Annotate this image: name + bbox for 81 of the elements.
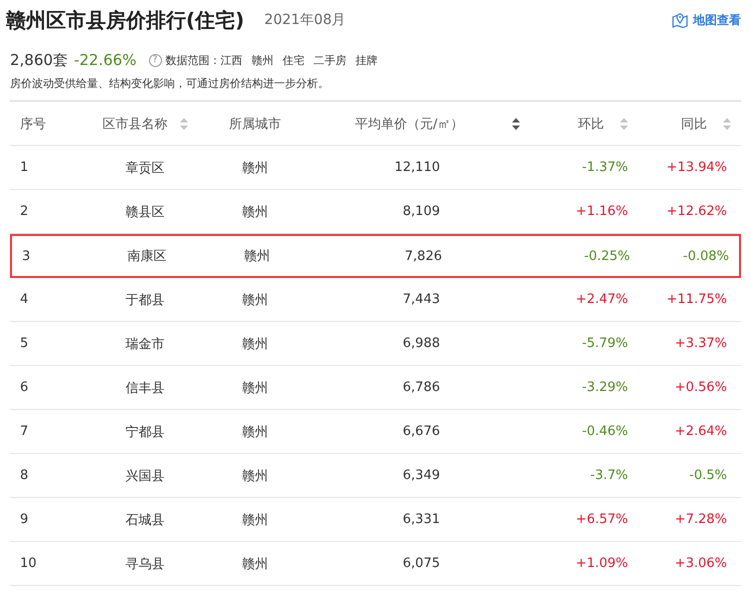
mom-cell: +1.16% — [576, 204, 628, 219]
yoy-cell: +3.06% — [674, 556, 727, 571]
mom-cell: +1.09% — [576, 556, 628, 571]
price-cell: 8,109 — [402, 204, 440, 219]
district-cell-text: 瑞金市 — [126, 336, 164, 352]
district-cell-text: 于都县 — [126, 292, 164, 308]
help-icon[interactable]: ? — [148, 54, 162, 66]
mom-cell: -0.25% — [584, 248, 630, 264]
price-cell: 6,676 — [402, 424, 440, 439]
mom-cell: -0.46% — [582, 424, 628, 439]
city-cell-text: 赣州 — [242, 556, 268, 572]
district-cell-text: 信丰县 — [126, 380, 164, 396]
price-cell: 6,331 — [402, 512, 440, 527]
column-header: 所属城市 — [229, 116, 281, 132]
column-header[interactable]: 同比 — [681, 114, 731, 132]
city-cell-text: 赣州 — [242, 512, 268, 528]
map-pin-icon — [671, 11, 689, 29]
city-cell-text: 赣州 — [242, 380, 268, 396]
district-cell-text: 南康区 — [128, 248, 166, 265]
mom-cell: -3.7% — [590, 468, 628, 483]
scope-tag: 住宅 — [282, 52, 305, 68]
page-title: 赣州区市县房价排行(住宅) — [6, 6, 244, 34]
rank-cell: 4 — [20, 292, 28, 307]
column-header: 序号 — [20, 116, 46, 132]
city-cell-text: 赣州 — [242, 336, 268, 352]
column-header[interactable]: 区市县名称 — [102, 114, 188, 132]
yoy-cell: +7.28% — [674, 512, 727, 527]
yoy-cell: +13.94% — [666, 160, 727, 175]
mom-cell: -3.29% — [582, 380, 628, 395]
listing-count: 2,860套 — [10, 50, 68, 70]
rank-cell: 9 — [20, 512, 28, 527]
scope-tag: 二手房 — [314, 52, 347, 68]
rank-cell: 1 — [20, 160, 28, 175]
yoy-cell: +0.56% — [674, 380, 727, 395]
note-text: 房价波动受供给量、结构变化影响，可通过房价结构进一步分析。 — [9, 76, 330, 92]
district-cell-text: 寻乌县 — [126, 556, 164, 572]
rank-cell: 6 — [20, 380, 28, 395]
scope-label: 数据范围： — [166, 52, 221, 68]
city-cell-text: 赣州 — [244, 248, 270, 265]
price-cell: 6,075 — [402, 556, 440, 571]
rank-cell: 5 — [20, 336, 28, 351]
city-cell-text: 赣州 — [242, 292, 268, 308]
scope-tag: 江西 — [220, 52, 243, 68]
map-link[interactable]: 地图查看 — [671, 11, 741, 29]
district-cell-text: 宁都县 — [126, 424, 164, 440]
column-header[interactable]: 平均单价（元/㎡） — [355, 114, 520, 132]
yoy-cell: +3.37% — [674, 336, 727, 351]
yoy-cell: -0.5% — [689, 468, 727, 483]
period-label: 2021年08月 — [264, 11, 346, 29]
mom-cell: +6.57% — [576, 512, 628, 527]
city-cell-text: 赣州 — [242, 160, 268, 176]
rank-cell: 3 — [22, 248, 30, 264]
city-cell-text: 赣州 — [242, 468, 268, 484]
district-cell-text: 石城县 — [126, 512, 164, 528]
change-percent: -22.66% — [74, 51, 137, 69]
price-cell: 7,443 — [402, 292, 440, 307]
price-cell: 12,110 — [394, 160, 440, 175]
mom-cell: +2.47% — [576, 292, 628, 307]
scope-tag: 挂牌 — [356, 52, 378, 68]
yoy-cell: +12.62% — [666, 204, 727, 219]
district-cell-text: 兴国县 — [126, 468, 164, 484]
price-cell: 6,349 — [402, 468, 440, 483]
yoy-cell: +11.75% — [666, 292, 727, 307]
rank-cell: 10 — [20, 556, 37, 571]
price-cell: 6,988 — [402, 336, 440, 351]
district-cell-text: 赣县区 — [126, 204, 164, 220]
rank-cell: 7 — [20, 424, 28, 439]
mom-cell: -5.79% — [582, 336, 628, 351]
yoy-cell: +2.64% — [674, 424, 727, 439]
mom-cell: -1.37% — [582, 160, 628, 175]
scope-tag: 赣州 — [252, 52, 274, 68]
price-cell: 6,786 — [402, 380, 440, 395]
yoy-cell: -0.08% — [683, 248, 729, 264]
sort-icon[interactable] — [512, 118, 520, 130]
column-header[interactable]: 环比 — [578, 114, 628, 132]
rank-cell: 8 — [20, 468, 28, 483]
city-cell-text: 赣州 — [242, 204, 268, 220]
rank-cell: 2 — [20, 204, 28, 219]
city-cell-text: 赣州 — [242, 424, 268, 440]
price-cell: 7,826 — [404, 248, 442, 264]
district-cell-text: 章贡区 — [126, 160, 164, 176]
